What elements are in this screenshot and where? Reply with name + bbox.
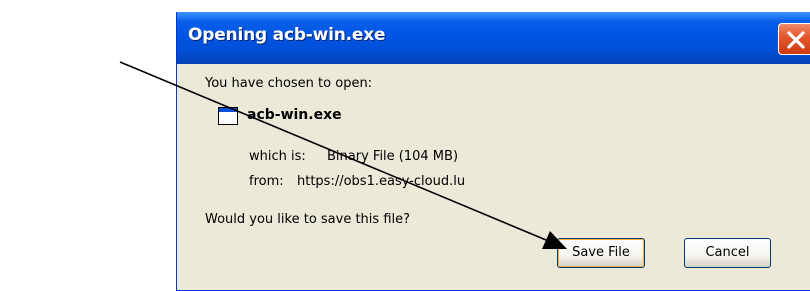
dialog-title: Opening acb-win.exe — [188, 25, 386, 45]
save-question: Would you like to save this file? — [205, 212, 411, 227]
dialog-titlebar[interactable]: Opening acb-win.exe — [177, 12, 810, 64]
close-button[interactable] — [778, 23, 810, 55]
file-type-label: which is: — [249, 149, 306, 164]
save-file-button[interactable]: Save File — [557, 238, 645, 268]
file-source-value: https://obs1.easy-cloud.lu — [297, 174, 466, 189]
cancel-button[interactable]: Cancel — [684, 238, 771, 268]
download-dialog: Opening acb-win.exe You have chosen to o… — [176, 12, 810, 291]
application-window-icon — [218, 107, 238, 125]
close-icon — [787, 31, 805, 49]
file-source-label: from: — [249, 174, 284, 189]
file-name: acb-win.exe — [247, 107, 342, 123]
open-prompt: You have chosen to open: — [205, 76, 373, 91]
file-type-value: Binary File (104 MB) — [327, 149, 459, 164]
